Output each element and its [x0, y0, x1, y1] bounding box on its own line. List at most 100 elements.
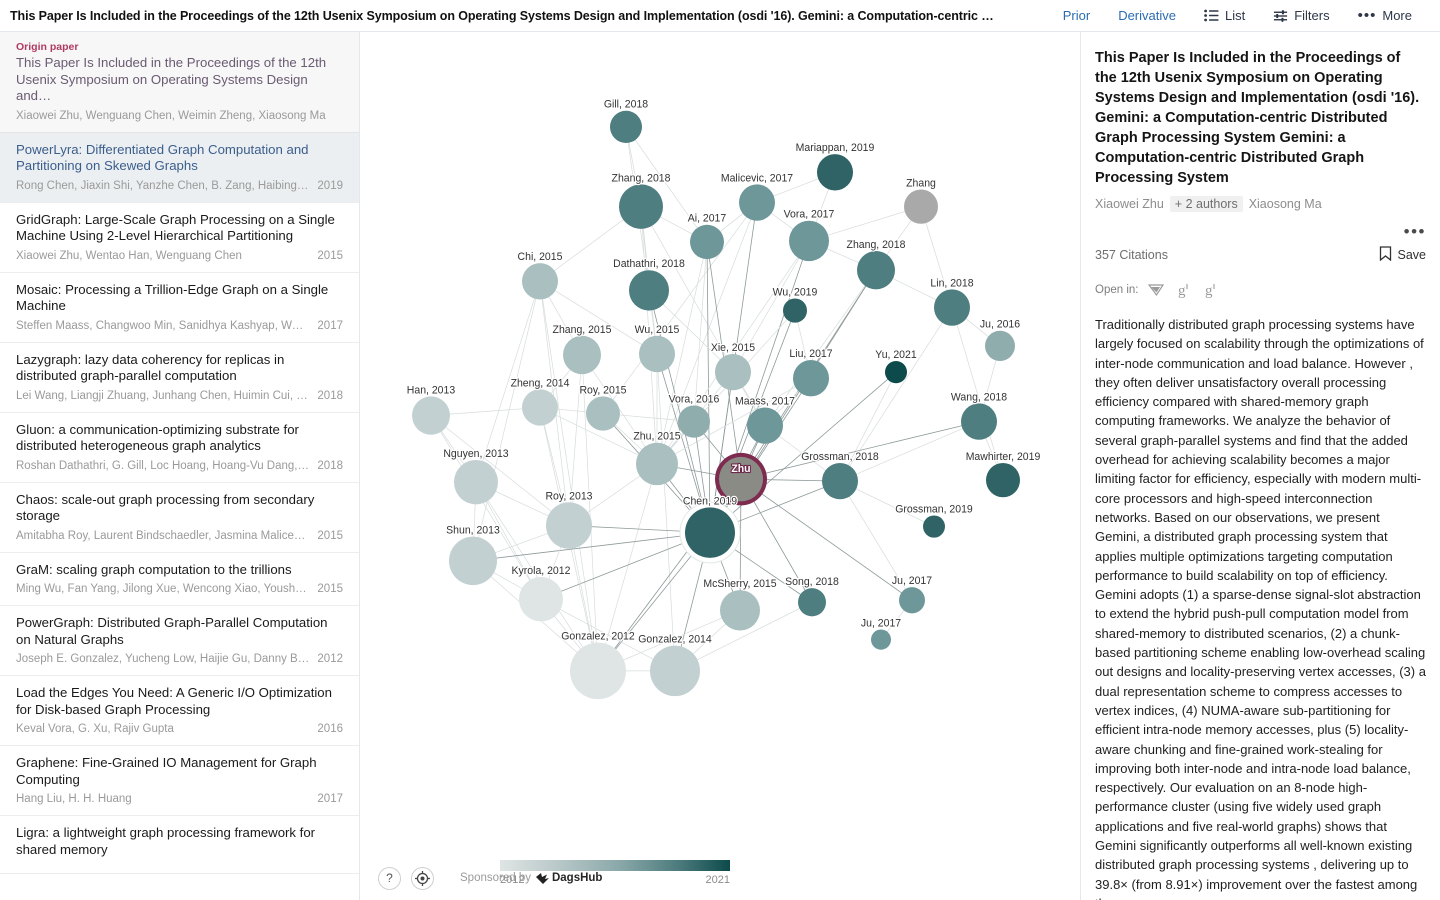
graph-node[interactable]: Maass, 2017 — [734, 394, 796, 444]
graph-node-circle[interactable] — [522, 263, 558, 300]
detail-more-menu[interactable]: ••• — [1095, 223, 1426, 240]
graph-node-circle[interactable] — [899, 587, 925, 614]
graph-node-circle[interactable] — [690, 224, 724, 260]
graph-node[interactable]: Ai, 2017 — [687, 212, 728, 260]
save-button[interactable]: Save — [1379, 246, 1426, 264]
graph-node-circle[interactable] — [747, 407, 783, 444]
graph-node[interactable]: Chi, 2015 — [516, 250, 564, 300]
graph-node-circle[interactable] — [636, 442, 678, 486]
graph-node-circle[interactable] — [789, 220, 829, 262]
graph-node[interactable]: Lin, 2018 — [929, 276, 975, 326]
graph-node[interactable]: Vora, 2017 — [782, 207, 836, 262]
graph-node[interactable]: Kyrola, 2012 — [510, 564, 572, 622]
graph-node-circle[interactable] — [986, 462, 1020, 498]
graph-node-circle[interactable] — [619, 184, 663, 229]
google-scholar-icon-alt[interactable]: g — [1201, 281, 1219, 299]
list-item[interactable]: Gluon: a communication-optimizing substr… — [0, 413, 359, 483]
graph-node[interactable]: Mawhirter, 2019 — [964, 450, 1042, 498]
list-item[interactable]: GridGraph: Large-Scale Graph Processing … — [0, 203, 359, 273]
graph-node-circle[interactable] — [822, 462, 858, 500]
graph-node[interactable]: Yu, 2021 — [874, 348, 918, 384]
list-item[interactable]: Mosaic: Processing a Trillion-Edge Graph… — [0, 273, 359, 343]
graph-node-circle[interactable] — [685, 507, 735, 558]
graph-node-circle[interactable] — [519, 577, 563, 622]
help-button[interactable]: ? — [378, 866, 401, 890]
graph-node[interactable]: Zhang, 2015 — [551, 323, 613, 375]
graph-node[interactable]: Grossman, 2019 — [894, 502, 974, 538]
graph-node-circle[interactable] — [885, 361, 907, 384]
graph-node[interactable]: Gonzalez, 2012 — [560, 629, 636, 700]
graph-node-circle[interactable] — [678, 405, 710, 438]
paper-detail-pane[interactable]: This Paper Is Included in the Proceeding… — [1080, 32, 1440, 900]
graph-node[interactable]: Dathathri, 2018 — [612, 257, 686, 311]
graph-node-circle[interactable] — [934, 289, 970, 326]
graph-node[interactable]: Han, 2013 — [406, 383, 457, 435]
graph-node[interactable]: Ju, 2016 — [979, 317, 1021, 362]
graph-node-circle[interactable] — [650, 645, 700, 697]
prior-button[interactable]: Prior — [1049, 4, 1104, 27]
more-button[interactable]: ••• More — [1344, 4, 1426, 27]
graph-node[interactable]: Roy, 2013 — [544, 489, 594, 549]
list-item[interactable]: PowerLyra: Differentiated Graph Computat… — [0, 132, 359, 203]
graph-node[interactable]: Wu, 2015 — [633, 323, 681, 373]
graph-node[interactable]: Liu, 2017 — [788, 347, 834, 397]
graph-node[interactable]: Ju, 2017 — [860, 616, 902, 650]
graph-node[interactable]: Zhu, 2015 — [632, 430, 682, 486]
list-item[interactable]: Graphene: Fine-Grained IO Management for… — [0, 746, 359, 816]
graph-node[interactable]: Zhang — [904, 176, 938, 224]
graph-node-circle[interactable] — [412, 396, 450, 435]
graph-node[interactable]: Wu, 2019 — [771, 285, 819, 323]
graph-node-circle[interactable] — [961, 403, 997, 440]
graph-node-circle[interactable] — [720, 590, 760, 631]
filters-button[interactable]: Filters — [1259, 4, 1343, 27]
graph-node-circle[interactable] — [586, 396, 620, 431]
semantic-scholar-icon[interactable] — [1147, 281, 1165, 299]
list-item[interactable]: Load the Edges You Need: A Generic I/O O… — [0, 676, 359, 746]
list-item[interactable]: Origin paper This Paper Is Included in th… — [0, 32, 359, 133]
list-button[interactable]: List — [1190, 4, 1259, 27]
graph-node[interactable]: Roy, 2015 — [578, 383, 628, 431]
list-item[interactable]: Chaos: scale-out graph processing from s… — [0, 483, 359, 553]
derivative-button[interactable]: Derivative — [1104, 4, 1190, 27]
graph-node-circle[interactable] — [639, 335, 675, 373]
graph-node-circle[interactable] — [817, 154, 853, 191]
graph-node[interactable]: Zhang, 2018 — [845, 238, 907, 290]
list-item[interactable]: GraM: scaling graph computation to the t… — [0, 553, 359, 606]
graph-node[interactable]: Gonzalez, 2014 — [637, 632, 713, 697]
graph-node-circle[interactable] — [739, 184, 775, 221]
list-item[interactable]: PowerGraph: Distributed Graph-Parallel C… — [0, 606, 359, 676]
graph-node-circle[interactable] — [985, 330, 1015, 362]
graph-node[interactable]: Xie, 2015 — [710, 341, 756, 391]
graph-node[interactable]: Chen, 2019 — [679, 494, 741, 564]
list-item[interactable]: Ligra: a lightweight graph processing fr… — [0, 816, 359, 874]
graph-node-circle[interactable] — [522, 389, 558, 426]
graph-node-circle[interactable] — [449, 536, 497, 586]
citation-graph[interactable]: Gill, 2018 Mariappan, 2019 Zhang, 2018 Mali… — [360, 32, 1080, 900]
graph-node[interactable]: McSherry, 2015 — [702, 577, 778, 631]
detail-first-author[interactable]: Xiaowei Zhu — [1095, 197, 1164, 211]
citation-graph-pane[interactable]: Gill, 2018 Mariappan, 2019 Zhang, 2018 Mali… — [360, 32, 1080, 900]
graph-node-circle[interactable] — [570, 642, 626, 700]
citation-count[interactable]: 357 Citations — [1095, 248, 1168, 262]
graph-node-circle[interactable] — [629, 270, 669, 311]
graph-node-circle[interactable] — [857, 251, 895, 290]
google-scholar-icon[interactable]: g — [1174, 281, 1192, 299]
graph-node-circle[interactable] — [715, 353, 751, 391]
graph-node-circle[interactable] — [610, 110, 642, 144]
detail-more-authors[interactable]: + 2 authors — [1169, 196, 1243, 212]
graph-node[interactable]: Zhang, 2018 — [610, 171, 672, 229]
graph-node-circle[interactable] — [546, 502, 592, 549]
graph-node[interactable]: Malicevic, 2017 — [720, 171, 794, 221]
graph-node[interactable]: Song, 2018 — [784, 575, 840, 617]
paper-list-pane[interactable]: Origin paper This Paper Is Included in th… — [0, 32, 360, 900]
graph-node-circle[interactable] — [923, 515, 945, 538]
graph-node[interactable]: Nguyen, 2013 — [442, 447, 510, 505]
graph-node[interactable]: Gill, 2018 — [603, 97, 649, 144]
graph-node[interactable]: Shun, 2013 — [445, 523, 501, 586]
graph-node[interactable]: Ju, 2017 — [891, 574, 933, 614]
graph-node-circle[interactable] — [904, 189, 938, 224]
recenter-button[interactable] — [411, 866, 434, 890]
detail-last-author[interactable]: Xiaosong Ma — [1249, 197, 1322, 211]
graph-node-circle[interactable] — [871, 629, 891, 650]
graph-node-circle[interactable] — [454, 459, 498, 505]
